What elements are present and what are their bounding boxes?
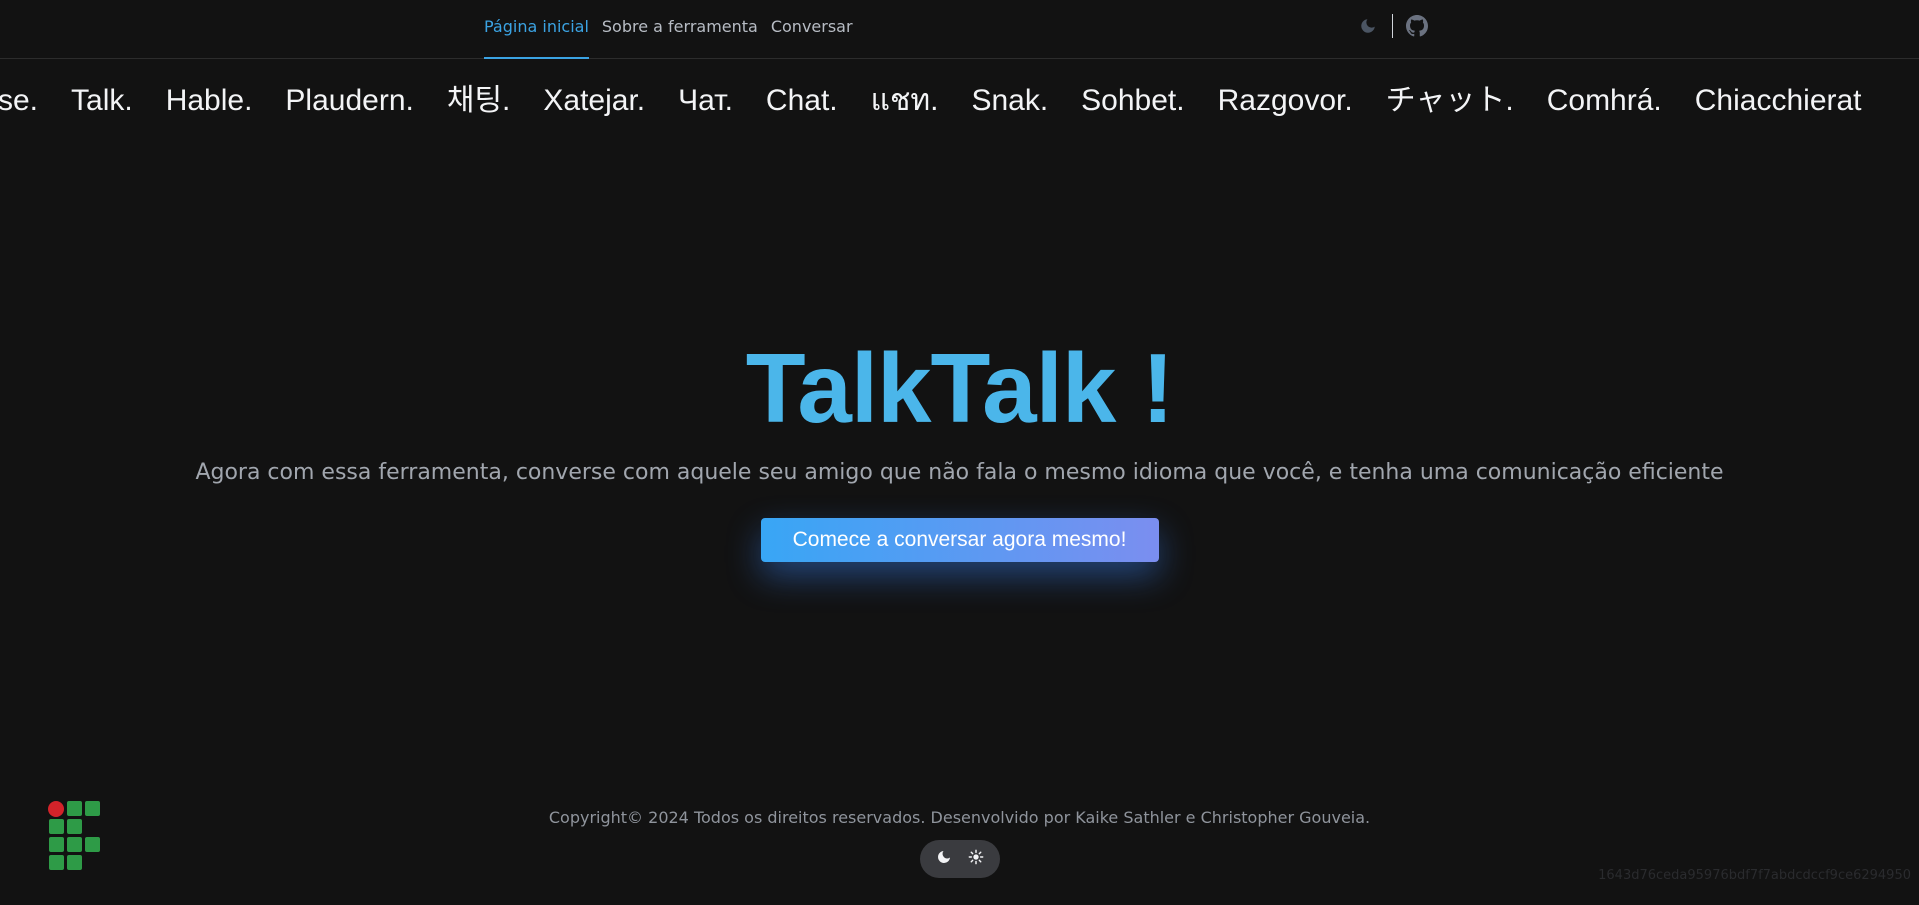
moon-icon[interactable] [1356, 14, 1380, 38]
nav-link-home[interactable]: Página inicial [484, 0, 589, 59]
nav-link-about[interactable]: Sobre a ferramenta [602, 0, 758, 58]
build-hash: 1643d76ceda95976bdf7f7abdcdccf9ce6294950 [1598, 868, 1911, 883]
marquee-word: Xatejar. [543, 84, 646, 117]
sun-icon[interactable] [968, 849, 984, 869]
moon-icon[interactable] [936, 849, 952, 869]
nav-links: Página inicial Sobre a ferramenta Conver… [484, 0, 866, 59]
theme-toggle[interactable] [920, 840, 1000, 878]
marquee-word: Chiacchierat [1694, 84, 1862, 117]
marquee-word: Plaudern. [285, 84, 414, 117]
hero-subtitle: Agora com essa ferramenta, converse com … [195, 460, 1724, 485]
hero-section: TalkTalk ! Agora com essa ferramenta, co… [0, 330, 1919, 562]
marquee-word: Comhrá. [1546, 84, 1662, 117]
start-chat-button[interactable]: Comece a conversar agora mesmo! [760, 518, 1159, 562]
marquee-word: Hable. [165, 84, 253, 117]
github-icon[interactable] [1405, 14, 1429, 38]
language-marquee: rse. Talk. Hable. Plaudern. 채팅. Xatejar.… [0, 78, 1919, 128]
marquee-word: Чат. [678, 84, 733, 117]
marquee-word: Razgovor. [1217, 84, 1353, 117]
marquee-word: 채팅. [446, 84, 511, 117]
marquee-word: Chat. [765, 84, 838, 117]
nav-divider [1392, 14, 1393, 38]
marquee-track: rse. Talk. Hable. Plaudern. 채팅. Xatejar.… [0, 78, 1862, 124]
footer-copyright: Copyright© 2024 Todos os direitos reserv… [548, 808, 1371, 827]
marquee-word: แชท. [870, 84, 939, 117]
nav-link-chat[interactable]: Conversar [771, 0, 853, 58]
hero-title: TalkTalk ! [745, 333, 1175, 443]
marquee-word: Snak. [971, 84, 1049, 117]
marquee-word: rse. [0, 84, 39, 117]
top-navbar: Página inicial Sobre a ferramenta Conver… [0, 0, 1919, 59]
marquee-word: Sohbet. [1081, 84, 1185, 117]
marquee-word: チャット. [1385, 84, 1514, 117]
nav-right-actions [1356, 12, 1429, 40]
marquee-word: Talk. [71, 84, 133, 117]
